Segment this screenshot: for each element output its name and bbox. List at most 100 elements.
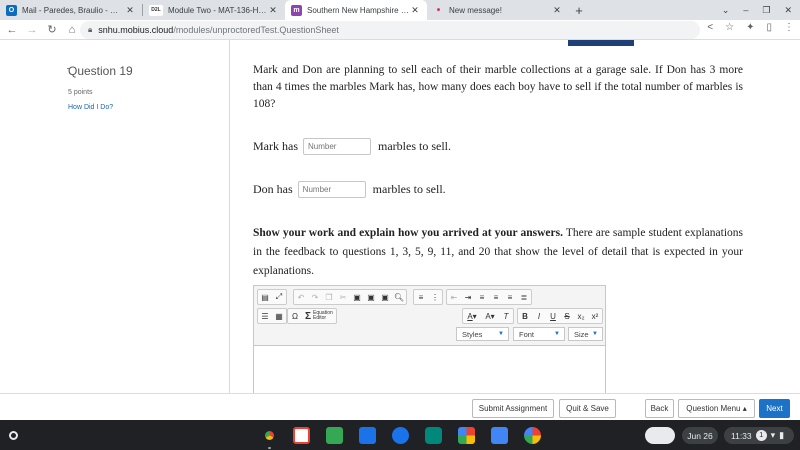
home-icon[interactable]: ⌂ — [62, 24, 82, 36]
tab-outlook[interactable]: O Mail - Paredes, Braulio - Outlook ✕ — [0, 0, 142, 20]
omega-icon[interactable]: Ω — [289, 310, 301, 322]
forward-arrow-icon[interactable]: → — [22, 24, 42, 36]
close-icon[interactable]: ✕ — [267, 5, 279, 16]
undo-icon[interactable]: ↶ — [295, 291, 307, 303]
tab-mobius[interactable]: m Southern New Hampshire Unive ✕ — [285, 0, 427, 20]
restore-icon[interactable]: ❐ — [762, 5, 770, 16]
show-work-instructions: Show your work and explain how you arriv… — [253, 224, 743, 281]
question-menu-button[interactable]: Question Menu ▴ — [678, 399, 755, 418]
paste-text-icon[interactable]: ▣ — [365, 291, 377, 303]
tote-icon[interactable] — [645, 427, 675, 444]
align-center-icon[interactable]: ≡ — [490, 291, 502, 303]
align-left-icon[interactable]: ≡ — [476, 291, 488, 303]
side-panel-icon[interactable]: ▯ — [766, 22, 772, 33]
tab-title: Module Two - MAT-136-H6262 I — [168, 5, 267, 15]
bullet-list-icon[interactable]: ⋮ — [429, 291, 441, 303]
superscript-icon[interactable]: x² — [589, 310, 601, 322]
font-dropdown[interactable]: Font ▼ — [513, 327, 565, 341]
action-bar: Submit Assignment Quit & Save Back Quest… — [0, 393, 800, 420]
tab-message[interactable]: • New message! ✕ — [427, 0, 569, 20]
indent-icon[interactable]: ⇥ — [462, 291, 474, 303]
star-icon[interactable]: ☆ — [725, 22, 734, 33]
find-icon[interactable]: 🔍︎ — [393, 291, 405, 303]
more-menu-icon[interactable]: ⋮ — [784, 22, 794, 33]
next-button[interactable]: Next — [759, 399, 790, 418]
toolbar-group-clipboard: ↶ ↷ ❐ ✂ ▣ ▣ ▣ 🔍︎ — [293, 289, 407, 305]
styles-label: Styles — [462, 329, 483, 339]
launcher-icon[interactable] — [9, 431, 18, 440]
extensions-icon[interactable]: ✦ — [746, 22, 754, 33]
font-label: Font — [519, 329, 535, 339]
reload-icon[interactable]: ↻ — [42, 23, 62, 36]
remove-format-icon[interactable]: T — [500, 310, 512, 322]
strike-icon[interactable]: S — [561, 310, 573, 322]
question-sidebar: Question 19 5 points How Did I Do? — [0, 40, 230, 420]
align-right-icon[interactable]: ≡ — [504, 291, 516, 303]
italic-icon[interactable]: I — [533, 310, 545, 322]
minimize-icon[interactable]: – — [743, 5, 748, 15]
photos-icon[interactable] — [524, 427, 541, 444]
paste-word-icon[interactable]: ▣ — [379, 291, 391, 303]
don-answer-row: Don has marbles to sell. — [253, 181, 446, 198]
quit-save-button[interactable]: Quit & Save — [559, 399, 616, 418]
address-bar[interactable]: 🔒︎ snhu.mobius.cloud/modules/unproctored… — [80, 21, 700, 39]
running-indicator — [268, 447, 271, 449]
size-dropdown[interactable]: Size ▼ — [568, 327, 603, 341]
date-pill[interactable]: Jun 26 — [682, 427, 718, 444]
tab-d2l[interactable]: D2L Module Two - MAT-136-H6262 I ✕ — [143, 0, 285, 20]
text-color-icon[interactable]: A ▾ — [464, 310, 480, 322]
styles-dropdown[interactable]: Styles ▼ — [456, 327, 509, 341]
new-tab-icon[interactable]: + — [569, 0, 589, 20]
table-icon[interactable]: ▦ — [273, 310, 285, 322]
chrome-icon[interactable] — [261, 427, 278, 444]
toolbar-group-basic: B I U S x₂ x² — [517, 308, 603, 324]
meet-icon[interactable] — [425, 427, 442, 444]
sigma-icon: Σ — [305, 310, 312, 322]
classroom-icon[interactable] — [326, 427, 343, 444]
close-window-icon[interactable]: ✕ — [784, 5, 792, 16]
justify-icon[interactable]: ≣ — [518, 291, 530, 303]
cut-icon[interactable]: ✂ — [337, 291, 349, 303]
mark-number-input[interactable] — [303, 138, 371, 155]
files-icon[interactable] — [359, 427, 376, 444]
d2l-icon: D2L — [149, 4, 163, 16]
subscript-icon[interactable]: x₂ — [575, 310, 587, 322]
toolbar: ← → ↻ ⌂ 🔒︎ snhu.mobius.cloud/modules/unp… — [0, 20, 800, 40]
underline-icon[interactable]: U — [547, 310, 559, 322]
back-arrow-icon[interactable]: ← — [2, 24, 22, 36]
copy-icon[interactable]: ❐ — [323, 291, 335, 303]
submit-assignment-button[interactable]: Submit Assignment — [472, 399, 554, 418]
editor-content-area[interactable] — [254, 347, 605, 394]
bold-icon[interactable]: B — [519, 310, 531, 322]
source-icon[interactable]: ▤ — [259, 291, 271, 303]
gmail-icon[interactable] — [293, 427, 310, 444]
status-tray[interactable]: 11:33 1 ▾ ▮ — [724, 427, 794, 444]
tab-title: Southern New Hampshire Unive — [307, 5, 409, 15]
chevron-down-icon[interactable]: ⌄ — [722, 5, 730, 16]
toolbar-group-equation: Ω Σ Equation Editor — [287, 308, 337, 324]
toolbar-right: < ☆ ✦ ▯ ⋮ — [707, 22, 794, 33]
numbered-list-icon[interactable]: ≡ — [415, 291, 427, 303]
docs-icon[interactable] — [491, 427, 508, 444]
back-button[interactable]: Back — [645, 399, 674, 418]
messages-icon[interactable] — [392, 427, 409, 444]
background-color-icon[interactable]: A▾ — [482, 310, 498, 322]
don-number-input[interactable] — [297, 181, 366, 198]
outdent-icon[interactable]: ⇤ — [448, 291, 460, 303]
url-path: /modules/unproctoredTest.QuestionSheet — [173, 25, 339, 35]
tab-title: New message! — [449, 5, 502, 15]
redo-icon[interactable]: ↷ — [309, 291, 321, 303]
close-icon[interactable]: ✕ — [551, 5, 563, 16]
close-icon[interactable]: ✕ — [124, 5, 136, 16]
equation-editor-button[interactable]: Σ Equation Editor — [302, 310, 336, 322]
question-number: Question 19 — [68, 64, 133, 78]
question-text: Mark and Don are planning to sell each o… — [253, 64, 743, 110]
paste-icon[interactable]: ▣ — [351, 291, 363, 303]
close-icon[interactable]: ✕ — [409, 5, 421, 16]
play-store-icon[interactable] — [458, 427, 475, 444]
maximize-icon[interactable]: ⤢ — [273, 291, 285, 303]
horizontal-rule-icon[interactable]: ☰ — [259, 310, 271, 322]
share-icon[interactable]: < — [707, 22, 713, 33]
toolbar-group-insert: ☰ ▦ — [257, 308, 287, 324]
how-did-i-do-link[interactable]: How Did I Do? — [68, 104, 113, 111]
